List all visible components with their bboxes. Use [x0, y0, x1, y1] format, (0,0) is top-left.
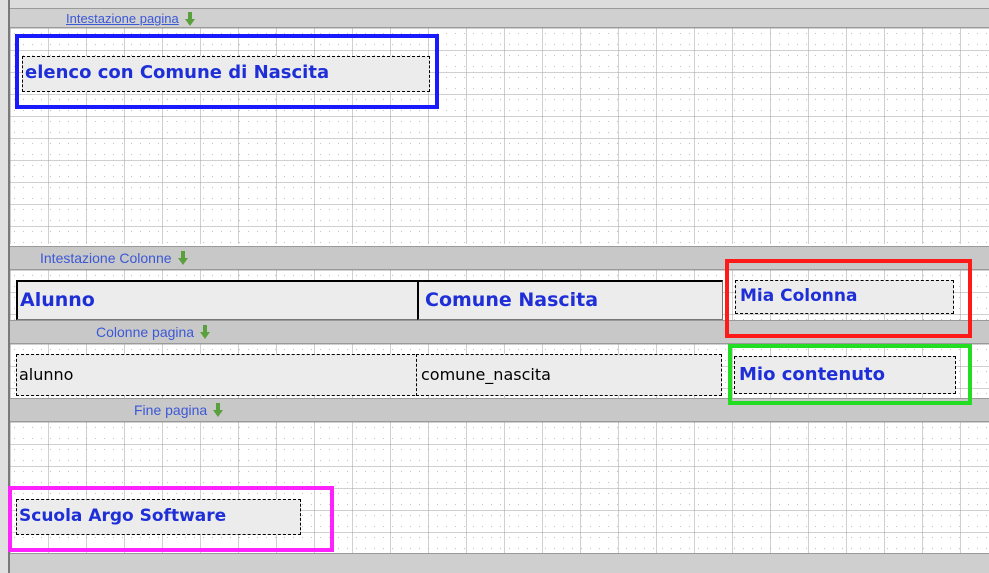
detail-field-mio-contenuto[interactable]: Mio contenuto [734, 356, 956, 394]
column-header-alunno[interactable]: Alunno [16, 280, 418, 320]
green-down-arrow-icon[interactable] [177, 251, 188, 265]
band-page-footer[interactable]: Fine pagina [10, 398, 989, 422]
report-designer-canvas: Intestazione pagina Intestazione Colonne… [0, 0, 989, 573]
green-down-arrow-icon[interactable] [200, 325, 211, 339]
band-label-page-footer: Fine pagina [134, 402, 208, 418]
band-label-page-header: Intestazione pagina [66, 11, 179, 26]
column-header-comune-nascita[interactable]: Comune Nascita [417, 280, 723, 320]
band-page-header[interactable]: Intestazione pagina [10, 8, 989, 28]
detail-field-comune-nascita[interactable]: comune_nascita [416, 354, 722, 396]
green-down-arrow-icon[interactable] [213, 403, 224, 417]
footer-field-school[interactable]: Scuola Argo Software [16, 499, 301, 535]
report-title-field[interactable]: elenco con Comune di Nascita [22, 56, 430, 92]
column-header-mia-colonna[interactable]: Mia Colonna [735, 280, 954, 314]
band-page-columns[interactable]: Colonne pagina [10, 320, 989, 344]
detail-field-alunno[interactable]: alunno [16, 354, 420, 396]
green-down-arrow-icon[interactable] [184, 11, 195, 26]
band-label-column-header: Intestazione Colonne [40, 250, 172, 266]
left-ruler [0, 0, 10, 573]
band-column-header[interactable]: Intestazione Colonne [10, 246, 989, 270]
bottom-bar [10, 553, 989, 573]
band-label-page-columns: Colonne pagina [96, 324, 195, 340]
